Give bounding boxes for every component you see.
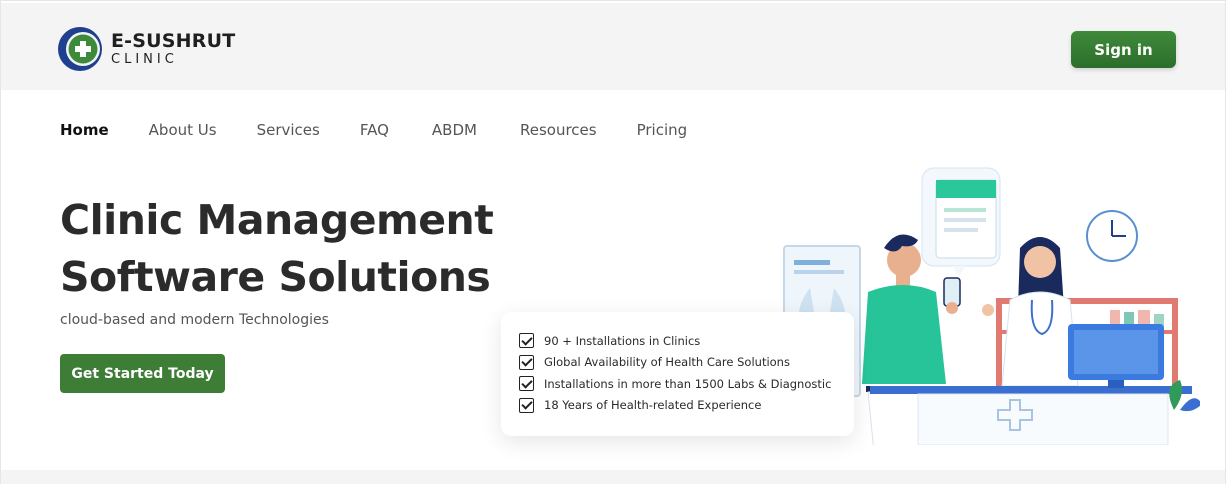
feature-item: Installations in more than 1500 Labs & D… bbox=[519, 373, 854, 395]
prescription-bubble bbox=[921, 167, 1001, 276]
nav-item-home[interactable]: Home bbox=[60, 121, 109, 139]
checkbox-checked-icon bbox=[519, 354, 534, 370]
nav-item-abdm[interactable]: ABDM bbox=[432, 121, 477, 139]
brand-title: E-SUSHRUT bbox=[111, 30, 236, 52]
checkbox-checked-icon bbox=[519, 376, 534, 392]
section-divider bbox=[1, 470, 1225, 484]
sign-in-button[interactable]: Sign in bbox=[1071, 31, 1176, 68]
brand-subtitle: CLINIC bbox=[111, 52, 178, 67]
features-card: 90 + Installations in Clinics Global Ava… bbox=[501, 312, 854, 436]
main-nav: Home About Us Services FAQ ABDM Resource… bbox=[60, 118, 727, 142]
feature-item: 90 + Installations in Clinics bbox=[519, 330, 854, 352]
hero-title-line-2: Software Solutions bbox=[60, 253, 491, 301]
feature-text: 18 Years of Health-related Experience bbox=[544, 398, 762, 413]
feature-text: 90 + Installations in Clinics bbox=[544, 333, 701, 348]
hero-title: Clinic Management Software Solutions bbox=[60, 192, 494, 306]
feature-text: Global Availability of Health Care Solut… bbox=[544, 355, 790, 370]
nav-item-services[interactable]: Services bbox=[257, 121, 320, 139]
brand-logo[interactable]: E-SUSHRUT CLINIC bbox=[57, 25, 235, 73]
feature-item: Global Availability of Health Care Solut… bbox=[519, 352, 854, 374]
nav-item-faq[interactable]: FAQ bbox=[360, 121, 389, 139]
get-started-button[interactable]: Get Started Today bbox=[60, 354, 225, 393]
nav-item-pricing[interactable]: Pricing bbox=[637, 121, 688, 139]
hero-subtitle: cloud-based and modern Technologies bbox=[60, 312, 329, 328]
checkbox-checked-icon bbox=[519, 333, 534, 349]
nav-item-resources[interactable]: Resources bbox=[520, 121, 597, 139]
feature-text: Installations in more than 1500 Labs & D… bbox=[544, 376, 832, 391]
checkbox-checked-icon bbox=[519, 397, 534, 413]
top-bar: E-SUSHRUT CLINIC Sign in bbox=[1, 3, 1225, 90]
feature-item: 18 Years of Health-related Experience bbox=[519, 395, 854, 417]
clinic-cross-logo-icon bbox=[58, 27, 102, 71]
hero-title-line-1: Clinic Management bbox=[60, 196, 494, 244]
nav-item-about-us[interactable]: About Us bbox=[149, 121, 217, 139]
wall-clock-icon bbox=[1086, 210, 1138, 262]
plant-icon bbox=[1169, 380, 1200, 412]
